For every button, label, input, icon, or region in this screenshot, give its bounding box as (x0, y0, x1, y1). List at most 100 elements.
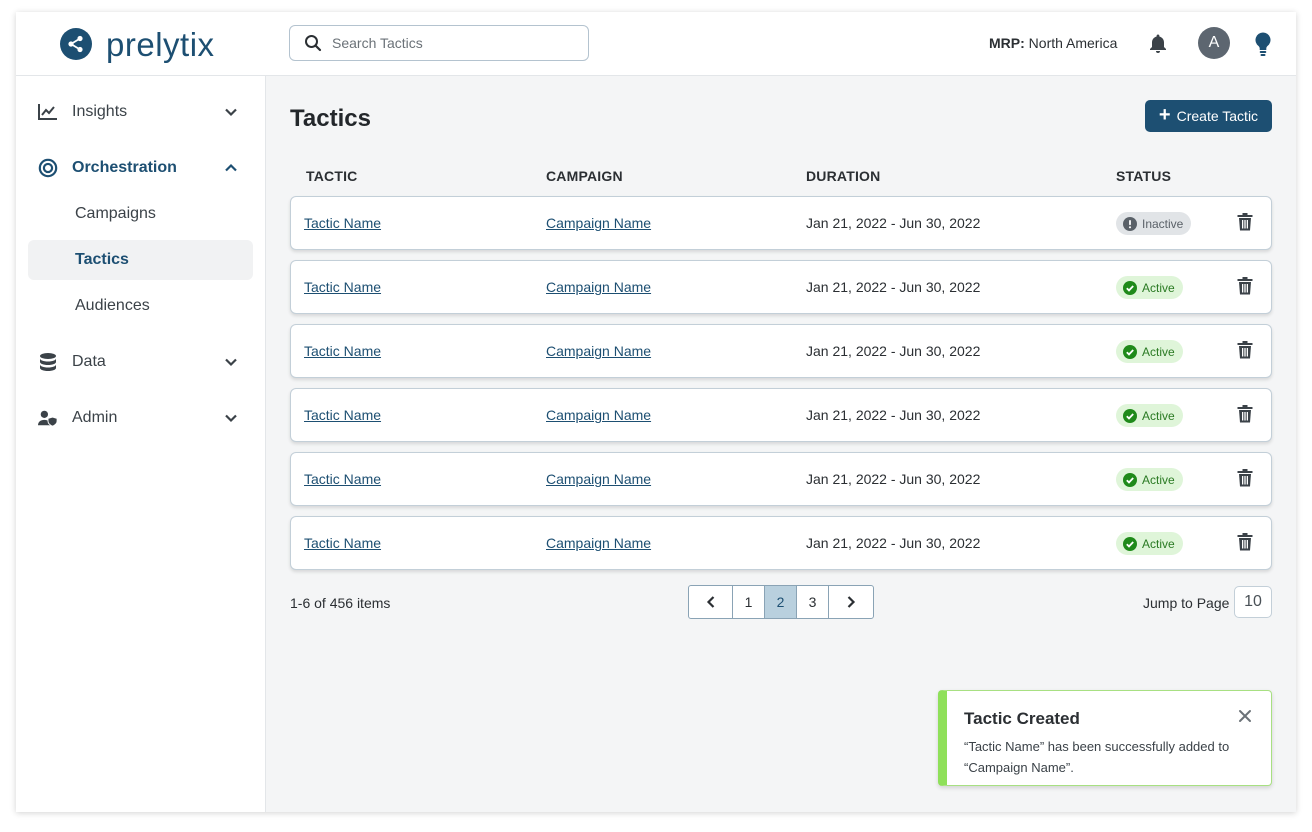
items-count: 1-6 of 456 items (290, 595, 391, 611)
next-page-button[interactable] (829, 586, 873, 618)
status-badge: Active (1116, 276, 1183, 299)
sidebar-subitem-campaigns[interactable]: Campaigns (28, 194, 253, 234)
app-window: prelytix MRP: North America A (16, 12, 1296, 812)
logo[interactable]: prelytix (60, 26, 215, 62)
status-label: Active (1142, 408, 1175, 423)
sidebar-subitem-audiences[interactable]: Audiences (28, 286, 253, 326)
status-badge: Active (1116, 340, 1183, 363)
chart-line-icon (38, 102, 58, 122)
top-bar: prelytix MRP: North America A (16, 12, 1296, 76)
sidebar-subitem-tactics[interactable]: Tactics (28, 240, 253, 280)
pagination: 1 2 3 (688, 585, 874, 619)
campaign-name-link[interactable]: Campaign Name (546, 279, 651, 295)
duration-text: Jan 21, 2022 - Jun 30, 2022 (806, 215, 981, 231)
sidebar-item-insights[interactable]: Insights (16, 92, 266, 132)
sidebar-item-data[interactable]: Data (16, 342, 266, 382)
sidebar-item-label: Insights (72, 103, 128, 120)
column-header-tactic: TACTIC (306, 168, 358, 184)
duration-text: Jan 21, 2022 - Jun 30, 2022 (806, 407, 981, 423)
campaign-name-link[interactable]: Campaign Name (546, 343, 651, 359)
plus-icon: + (1158, 104, 1171, 126)
sidebar-item-label: Orchestration (72, 159, 177, 176)
campaign-name-link[interactable]: Campaign Name (546, 215, 651, 231)
tactic-name-link[interactable]: Tactic Name (304, 535, 381, 551)
column-header-campaign: CAMPAIGN (546, 168, 623, 184)
avatar[interactable]: A (1198, 27, 1230, 59)
bell-icon[interactable] (1148, 33, 1168, 59)
page-button-3[interactable]: 3 (797, 586, 829, 618)
search-input[interactable] (332, 35, 562, 51)
database-icon (38, 352, 58, 372)
status-badge: Active (1116, 468, 1183, 491)
sidebar: Insights Orchestration Campaigns Tactics… (16, 76, 266, 812)
chevron-up-icon (224, 161, 238, 180)
search-box[interactable] (289, 25, 589, 61)
chevron-down-icon (224, 105, 238, 124)
check-circle-icon (1123, 472, 1137, 487)
share-logo-icon (60, 28, 92, 60)
table-row: Tactic Name Campaign Name Jan 21, 2022 - J… (290, 516, 1272, 570)
status-label: Active (1142, 536, 1175, 551)
toast-notification: Tactic Created “Tactic Name” has been su… (938, 690, 1272, 786)
close-icon[interactable] (1238, 709, 1252, 728)
campaign-name-link[interactable]: Campaign Name (546, 407, 651, 423)
duration-text: Jan 21, 2022 - Jun 30, 2022 (806, 279, 981, 295)
trash-icon[interactable] (1237, 277, 1253, 300)
table-row: Tactic Name Campaign Name Jan 21, 2022 - J… (290, 324, 1272, 378)
check-circle-icon (1123, 536, 1137, 551)
sidebar-item-label: Admin (72, 409, 118, 426)
status-label: Active (1142, 280, 1175, 295)
tactic-name-link[interactable]: Tactic Name (304, 407, 381, 423)
tactic-name-link[interactable]: Tactic Name (304, 343, 381, 359)
column-header-status: STATUS (1116, 168, 1172, 184)
sidebar-item-label: Data (72, 353, 106, 370)
status-label: Active (1142, 472, 1175, 487)
status-badge: Active (1116, 404, 1183, 427)
page-title: Tactics (290, 105, 371, 132)
page-button-1[interactable]: 1 (733, 586, 765, 618)
search-icon (305, 35, 322, 52)
table-row: Tactic Name Campaign Name Jan 21, 2022 - J… (290, 260, 1272, 314)
table-row: Tactic Name Campaign Name Jan 21, 2022 - J… (290, 196, 1272, 250)
trash-icon[interactable] (1237, 405, 1253, 428)
status-badge: Active (1116, 532, 1183, 555)
sidebar-item-admin[interactable]: Admin (16, 398, 266, 438)
status-label: Inactive (1142, 216, 1184, 231)
previous-page-button[interactable] (689, 586, 733, 618)
brand-name: prelytix (106, 25, 215, 63)
sidebar-item-orchestration[interactable]: Orchestration (16, 148, 266, 188)
check-circle-icon (1123, 408, 1137, 423)
trash-icon[interactable] (1237, 533, 1253, 556)
page-button-2[interactable]: 2 (765, 586, 797, 618)
status-badge: Inactive (1116, 212, 1192, 235)
toast-title: Tactic Created (964, 709, 1080, 728)
trash-icon[interactable] (1237, 213, 1253, 236)
trash-icon[interactable] (1237, 469, 1253, 492)
trash-icon[interactable] (1237, 341, 1253, 364)
region-label: MRP: (989, 35, 1025, 51)
check-circle-icon (1123, 280, 1137, 295)
campaign-name-link[interactable]: Campaign Name (546, 471, 651, 487)
jump-to-page-label: Jump to Page (1143, 595, 1230, 611)
create-tactic-label: Create Tactic (1176, 108, 1259, 124)
tactic-name-link[interactable]: Tactic Name (304, 215, 381, 231)
duration-text: Jan 21, 2022 - Jun 30, 2022 (806, 471, 981, 487)
jump-to-page-input[interactable] (1234, 586, 1272, 618)
toast-message: “Tactic Name” has been successfully adde… (964, 739, 1230, 775)
alert-circle-icon (1123, 216, 1137, 231)
user-shield-icon (38, 408, 58, 428)
region-value: North America (1028, 35, 1118, 51)
create-tactic-button[interactable]: + Create Tactic (1145, 100, 1272, 132)
target-icon (38, 158, 58, 178)
duration-text: Jan 21, 2022 - Jun 30, 2022 (806, 343, 981, 359)
tactic-name-link[interactable]: Tactic Name (304, 471, 381, 487)
column-header-duration: DURATION (806, 168, 881, 184)
chevron-down-icon (224, 355, 238, 374)
tactic-name-link[interactable]: Tactic Name (304, 279, 381, 295)
region-indicator: MRP: North America (989, 35, 1117, 51)
campaign-name-link[interactable]: Campaign Name (546, 535, 651, 551)
table-row: Tactic Name Campaign Name Jan 21, 2022 - J… (290, 388, 1272, 442)
chevron-left-icon (706, 596, 714, 608)
chevron-right-icon (847, 596, 856, 608)
lightbulb-icon[interactable] (1254, 31, 1272, 62)
